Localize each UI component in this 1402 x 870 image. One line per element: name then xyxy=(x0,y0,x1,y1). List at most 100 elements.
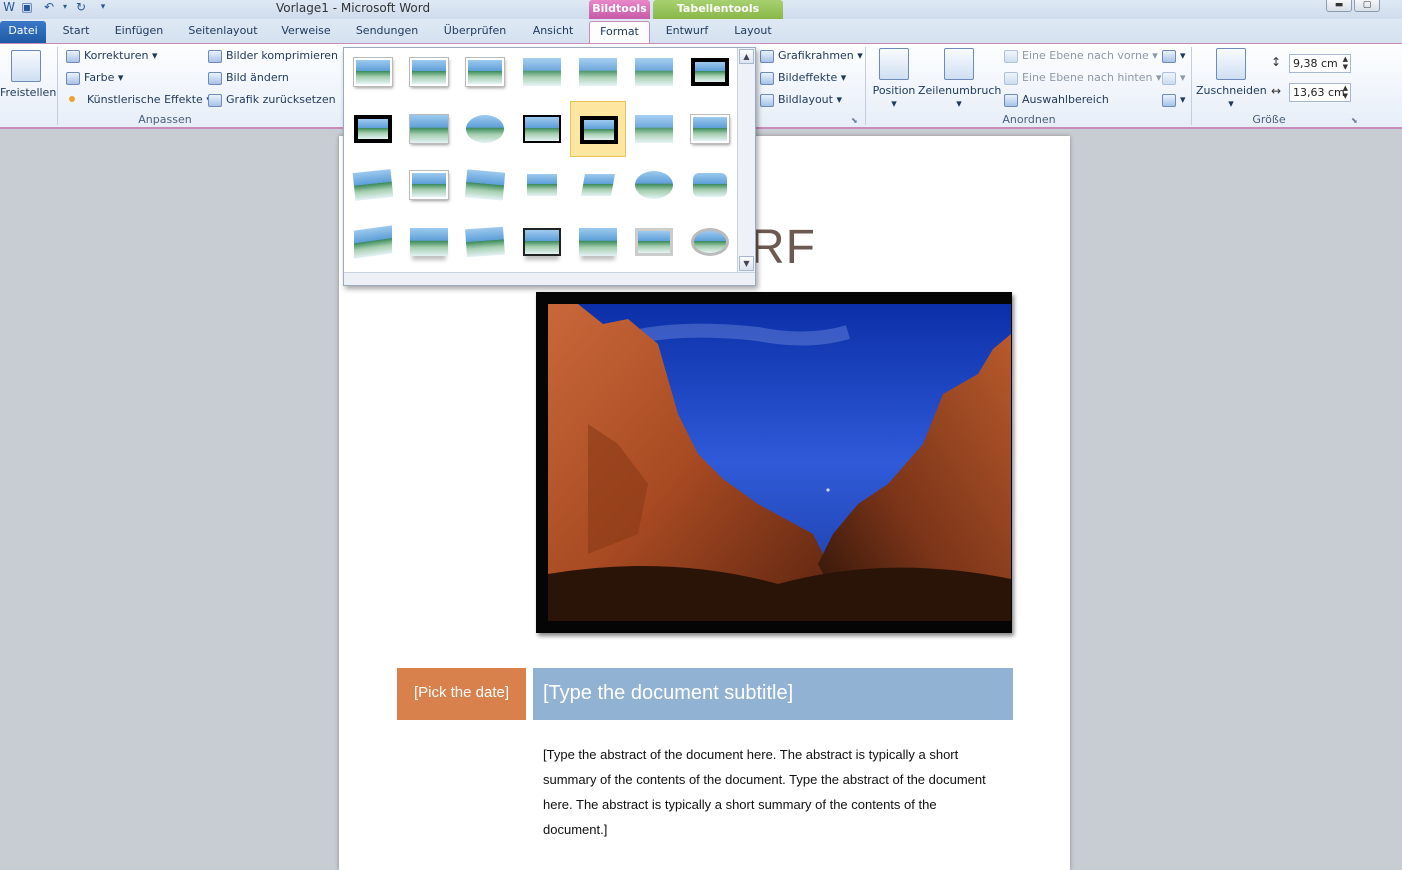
picture-style-thumbnail xyxy=(578,58,617,86)
group-icon xyxy=(1162,71,1176,85)
gallery-resize-grip[interactable] xyxy=(344,272,755,285)
tab-einfuegen[interactable]: Einfügen xyxy=(108,21,170,43)
picture-style-thumbnail xyxy=(635,227,673,256)
picture-style-option[interactable] xyxy=(514,214,570,270)
align-icon xyxy=(1162,49,1176,63)
height-input[interactable]: 9,38 cm ▲ ▼ xyxy=(1289,54,1351,73)
width-input[interactable]: 13,63 cm ▲ ▼ xyxy=(1289,83,1351,102)
ebene-nach-vorne-button[interactable]: Eine Ebene nach vorne ▾ xyxy=(1004,49,1158,63)
redo-icon[interactable]: ↻ xyxy=(74,0,88,14)
auswahlbereich-button[interactable]: Auswahlbereich xyxy=(1004,93,1109,107)
zeilenumbruch-button[interactable]: Zeilenumbruch ▾ xyxy=(918,48,1002,110)
picture-style-option[interactable] xyxy=(682,157,738,213)
picture-style-option[interactable] xyxy=(682,214,738,270)
picture-style-thumbnail xyxy=(522,58,561,86)
picture-style-option[interactable] xyxy=(626,44,682,100)
freistellen-button[interactable]: Freistellen xyxy=(0,50,56,99)
rotate-button[interactable]: ▾ xyxy=(1162,93,1186,107)
dialog-launcher-icon[interactable]: ⬊ xyxy=(1351,116,1358,125)
bildlayout-button[interactable]: Bildlayout ▾ xyxy=(760,93,842,107)
scroll-down-icon[interactable]: ▼ xyxy=(739,256,754,271)
picture-style-option[interactable] xyxy=(401,214,457,270)
group-separator xyxy=(865,47,866,125)
picture-style-option[interactable] xyxy=(570,44,626,100)
grafikrahmen-button[interactable]: Grafikrahmen ▾ xyxy=(760,49,863,63)
customize-qat-icon[interactable]: ▾ xyxy=(96,0,110,14)
picture-style-option[interactable] xyxy=(345,214,401,270)
position-button[interactable]: Position ▾ xyxy=(870,48,918,110)
picture-style-option[interactable] xyxy=(514,157,570,213)
tab-format[interactable]: Format xyxy=(589,21,650,43)
picture-style-option[interactable] xyxy=(345,157,401,213)
ebene-nach-hinten-button[interactable]: Eine Ebene nach hinten ▾ xyxy=(1004,71,1162,85)
zuschneiden-button[interactable]: Zuschneiden ▾ xyxy=(1196,48,1267,110)
picture-style-option[interactable] xyxy=(569,100,626,157)
undo-icon[interactable]: ↶ xyxy=(42,0,56,14)
send-backward-icon xyxy=(1004,71,1018,85)
picture-style-option[interactable] xyxy=(514,44,570,100)
tab-datei[interactable]: Datei xyxy=(0,21,46,43)
farbe-button[interactable]: Farbe ▾ xyxy=(66,71,123,85)
tab-seitenlayout[interactable]: Seitenlayout xyxy=(184,21,262,43)
undo-dropdown-icon[interactable]: ▾ xyxy=(58,0,72,14)
picture-style-thumbnail xyxy=(466,114,505,143)
width-spinner-icon[interactable]: ▲ ▼ xyxy=(1343,84,1348,100)
picture-style-option[interactable] xyxy=(682,101,738,157)
compress-icon xyxy=(208,49,222,63)
picture-style-option[interactable] xyxy=(345,101,401,157)
kuenstlerische-effekte-button[interactable]: Künstlerische Effekte ▾ xyxy=(66,93,212,106)
tab-ueberpruefen[interactable]: Überprüfen xyxy=(438,21,512,43)
grafik-zuruecksetzen-button[interactable]: Grafik zurücksetzen xyxy=(208,93,336,107)
picture-style-option[interactable] xyxy=(401,157,457,213)
abstract-text[interactable]: [Type the abstract of the document here.… xyxy=(543,742,993,842)
align-button[interactable]: ▾ xyxy=(1162,49,1186,63)
picture-style-option[interactable] xyxy=(682,44,738,100)
picture-style-thumbnail xyxy=(410,58,449,86)
picture-style-option[interactable] xyxy=(626,157,682,213)
height-icon: ↕ xyxy=(1271,55,1282,69)
color-icon xyxy=(66,71,80,85)
picture-style-option[interactable] xyxy=(457,157,513,213)
picture-style-option[interactable] xyxy=(401,44,457,100)
bildlayout-label: Bildlayout xyxy=(778,93,833,106)
document-title[interactable]: RF xyxy=(750,220,816,275)
gallery-scrollbar[interactable]: ▲ ▼ xyxy=(737,48,755,272)
tab-entwurf[interactable]: Entwurf xyxy=(658,21,716,43)
picture-style-thumbnail xyxy=(352,169,394,201)
picture-style-option[interactable] xyxy=(457,101,513,157)
tab-sendungen[interactable]: Sendungen xyxy=(350,21,424,43)
tab-verweise[interactable]: Verweise xyxy=(276,21,336,43)
picture-style-option[interactable] xyxy=(514,101,570,157)
subtitle-field[interactable]: [Type the document subtitle] xyxy=(533,668,1013,720)
picture-style-option[interactable] xyxy=(570,214,626,270)
canyon-photo[interactable] xyxy=(548,304,1011,621)
picture-style-option[interactable] xyxy=(626,214,682,270)
picture-style-option[interactable] xyxy=(626,101,682,157)
bilder-komprimieren-button[interactable]: Bilder komprimieren xyxy=(208,49,338,63)
minimize-button[interactable]: ▬ xyxy=(1326,0,1352,12)
tab-start[interactable]: Start xyxy=(54,21,98,43)
picture-style-thumbnail xyxy=(579,115,618,144)
zeilenumbruch-label: Zeilenumbruch xyxy=(918,84,1002,97)
height-spinner-icon[interactable]: ▲ ▼ xyxy=(1343,55,1348,71)
bildeffekte-button[interactable]: Bildeffekte ▾ xyxy=(760,71,846,85)
picture-style-option[interactable] xyxy=(457,214,513,270)
tab-ansicht[interactable]: Ansicht xyxy=(526,21,580,43)
picture-style-option[interactable] xyxy=(457,44,513,100)
save-icon[interactable]: ▣ xyxy=(20,0,34,14)
wrap-text-icon xyxy=(944,48,974,80)
picture-style-option[interactable] xyxy=(345,44,401,100)
tab-layout[interactable]: Layout xyxy=(726,21,780,43)
korrekturen-button[interactable]: Korrekturen ▾ xyxy=(66,49,157,63)
picture-style-option[interactable] xyxy=(401,101,457,157)
context-tab-bildtools: Bildtools xyxy=(589,0,650,19)
bild-aendern-button[interactable]: Bild ändern xyxy=(208,71,289,85)
maximize-button[interactable]: ▢ xyxy=(1354,0,1380,12)
date-picker-field[interactable]: [Pick the date] xyxy=(397,668,526,720)
dialog-launcher-icon[interactable]: ⬊ xyxy=(851,116,858,125)
word-icon[interactable]: W xyxy=(2,0,16,14)
picture-style-option[interactable] xyxy=(570,157,626,213)
scroll-up-icon[interactable]: ▲ xyxy=(739,49,754,64)
bilder-komprimieren-label: Bilder komprimieren xyxy=(226,49,338,62)
group-objects-button[interactable]: ▾ xyxy=(1162,71,1186,85)
